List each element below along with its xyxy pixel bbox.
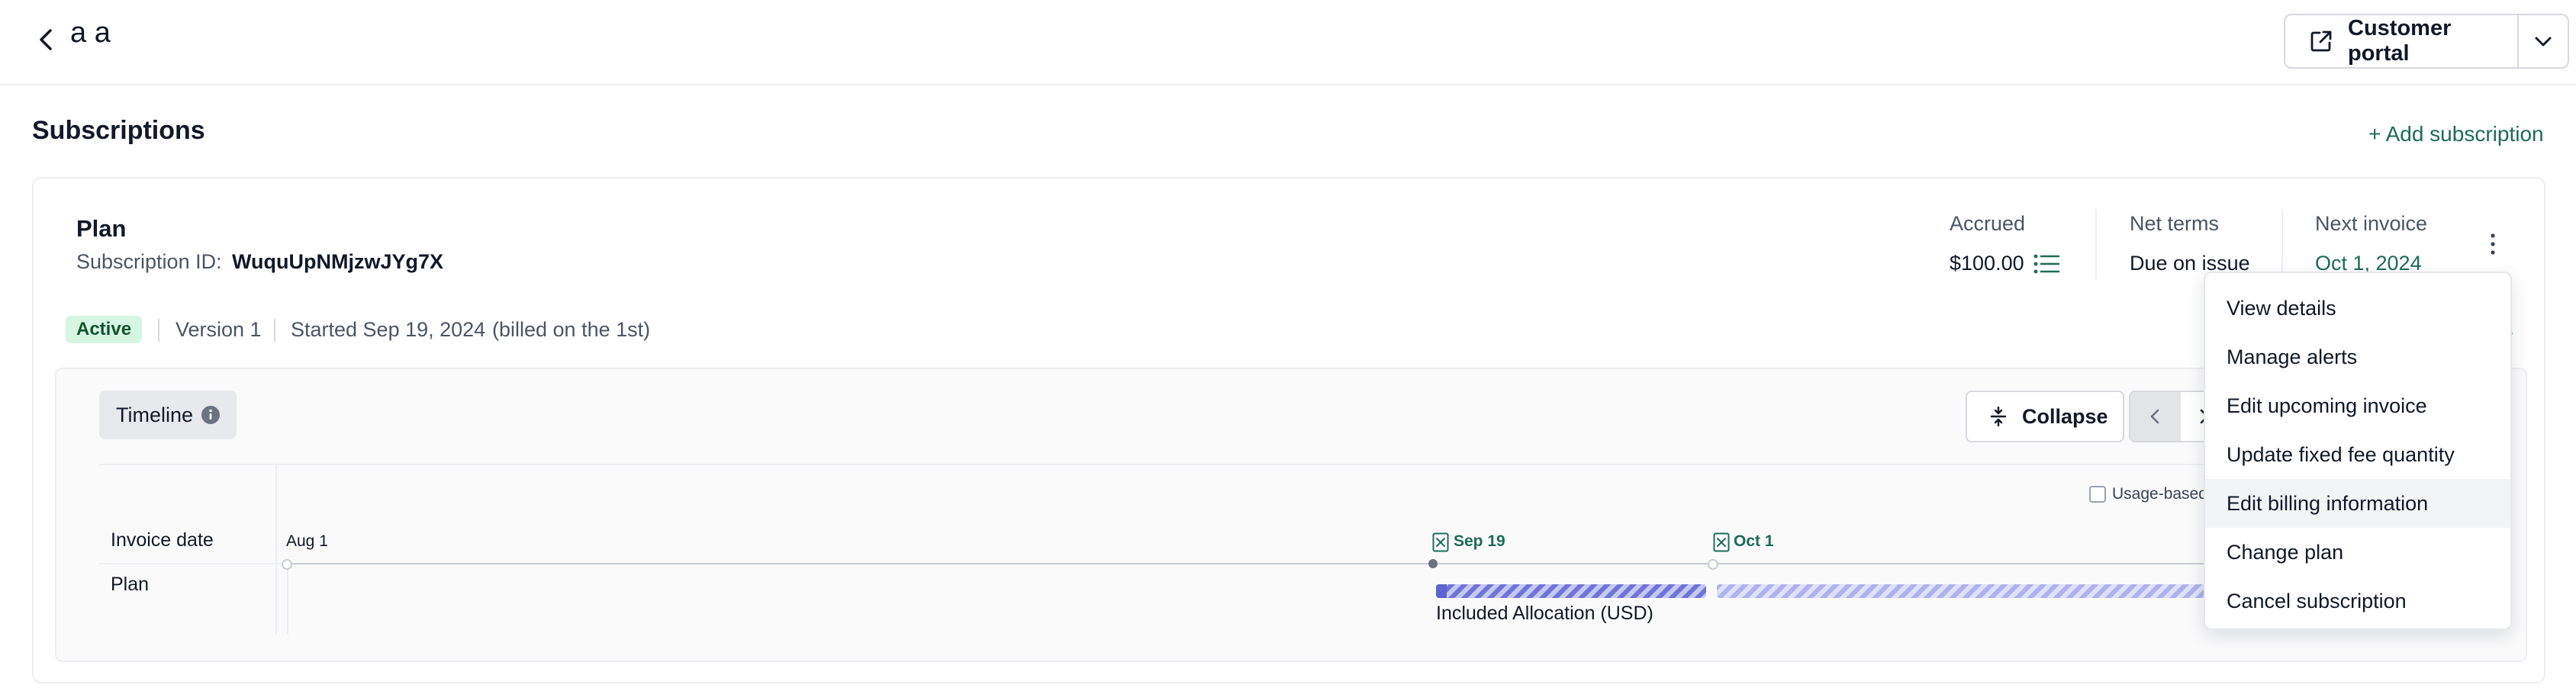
tab-timeline[interactable]: Timeline (99, 391, 237, 439)
section-title: Subscriptions (32, 116, 205, 145)
allocation-bar-current-cap (1436, 584, 1447, 598)
chevron-down-icon (2531, 29, 2555, 53)
plan-title: Plan (76, 215, 127, 242)
top-bar (0, 0, 2576, 85)
tick-marker (282, 559, 292, 570)
menu-item-update-fixed-fee-quantity[interactable]: Update fixed fee quantity (2205, 430, 2510, 479)
timeline-label-column-divider (275, 465, 277, 635)
row-label-plan: Plan (111, 574, 150, 595)
timeline-gridline (287, 564, 288, 635)
stats-divider (2095, 209, 2097, 279)
menu-item-cancel-subscription[interactable]: Cancel subscription (2205, 577, 2510, 625)
menu-item-change-plan[interactable]: Change plan (2205, 528, 2510, 577)
customer-name: a a (70, 17, 111, 49)
tick-marker (1428, 559, 1438, 568)
customer-portal-label: Customer portal (2348, 16, 2452, 66)
accrued-value: $100.00 (1950, 252, 2024, 275)
usage-based-label: Usage-based (2112, 485, 2207, 503)
timeline-axis (286, 563, 2285, 564)
back-button[interactable] (31, 23, 64, 56)
status-badge: Active (66, 316, 143, 343)
invoice-icon (1432, 532, 1449, 552)
subscription-id-value: WuquUpNMjzwJYg7X (232, 250, 444, 273)
next-invoice-label: Next invoice (2315, 212, 2428, 235)
row-label-invoice-date: Invoice date (111, 529, 214, 551)
more-actions-button[interactable] (2481, 227, 2504, 261)
started-label: Started Sep 19, 2024 (291, 318, 486, 341)
timeline-divider (99, 464, 2503, 465)
menu-item-view-details[interactable]: View details (2205, 284, 2510, 333)
accrued-label: Accrued (1950, 212, 2026, 235)
info-icon (201, 405, 221, 425)
net-terms-label: Net terms (2130, 212, 2220, 235)
version-label: Version 1 (175, 318, 262, 341)
menu-item-edit-upcoming-invoice[interactable]: Edit upcoming invoice (2205, 381, 2510, 430)
tick-label-sep-19: Sep 19 (1454, 532, 1505, 550)
allocation-bar-label: Included Allocation (USD) (1436, 603, 1653, 624)
meta-divider (158, 319, 159, 342)
usage-based-checkbox[interactable] (2089, 486, 2106, 503)
menu-item-label: Update fixed fee quantity (2227, 442, 2455, 466)
allocation-bar-current[interactable] (1436, 584, 1706, 598)
stats-divider (2281, 209, 2283, 279)
customer-portal-group: Customer portal (2284, 14, 2569, 69)
accrued-breakdown-button[interactable] (2033, 252, 2060, 276)
tick-label-aug-1: Aug 1 (286, 532, 328, 550)
timeline-prev-button[interactable] (2129, 391, 2182, 442)
menu-item-label: Edit billing information (2227, 491, 2429, 515)
add-subscription-link[interactable]: + Add subscription (2368, 122, 2544, 146)
meta-divider (274, 319, 275, 342)
customer-portal-button[interactable]: Customer portal (2285, 15, 2517, 67)
menu-item-label: Change plan (2227, 540, 2344, 564)
chevron-left-icon (31, 23, 64, 56)
menu-item-label: Edit upcoming invoice (2227, 394, 2427, 417)
tick-label-oct-1: Oct 1 (1734, 532, 1774, 550)
tab-timeline-label: Timeline (116, 403, 194, 426)
chevron-left-icon (2145, 406, 2166, 427)
subscription-id-label: Subscription ID: (76, 250, 222, 273)
menu-item-manage-alerts[interactable]: Manage alerts (2205, 333, 2510, 381)
collapse-button[interactable]: Collapse (1966, 391, 2124, 442)
menu-item-label: Cancel subscription (2227, 589, 2407, 612)
menu-item-edit-billing-information[interactable]: Edit billing information (2205, 479, 2510, 528)
list-icon (2033, 252, 2060, 276)
external-link-icon (2308, 28, 2334, 54)
tick-marker (1708, 559, 1718, 570)
invoice-icon (1713, 532, 1730, 552)
menu-item-label: Manage alerts (2227, 345, 2358, 368)
allocation-bar-next[interactable] (1717, 584, 2281, 598)
usage-based-toggle[interactable]: Usage-based (2089, 485, 2207, 503)
customer-portal-dropdown[interactable] (2519, 15, 2568, 67)
collapse-icon (1988, 407, 2008, 426)
menu-item-label: View details (2227, 296, 2336, 320)
kebab-icon (2481, 227, 2504, 261)
billing-anchor-label: (billed on the 1st) (492, 318, 651, 341)
subscription-actions-menu: View details Manage alerts Edit upcoming… (2204, 272, 2512, 630)
collapse-label: Collapse (2022, 404, 2108, 428)
